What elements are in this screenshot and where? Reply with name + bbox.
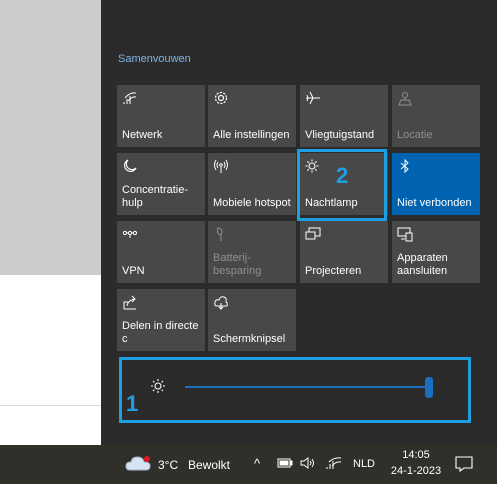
tile-focus-assist[interactable]: Concentratie-hulp — [117, 153, 205, 215]
tile-label: Vliegtuigstand — [305, 129, 375, 141]
tile-label: Projecteren — [305, 265, 362, 277]
tile-all-settings[interactable]: Alle instellingen — [208, 85, 296, 147]
background-divider — [0, 405, 101, 406]
tile-project[interactable]: Projecteren — [300, 221, 388, 283]
connect-icon — [397, 226, 413, 242]
tile-vpn[interactable]: VPN — [117, 221, 205, 283]
tile-screen-snip[interactable]: Schermknipsel — [208, 289, 296, 351]
tile-label: Delen in directe c — [122, 320, 199, 345]
weather-condition[interactable]: Bewolkt — [188, 458, 230, 472]
tile-network[interactable]: Netwerk — [117, 85, 205, 147]
airplane-icon — [305, 90, 321, 106]
network-icon — [122, 90, 138, 106]
tile-label: Locatie — [397, 129, 433, 141]
tile-location[interactable]: Locatie — [392, 85, 480, 147]
tile-airplane-mode[interactable]: Vliegtuigstand — [300, 85, 388, 147]
tile-label: Schermknipsel — [213, 333, 286, 345]
battery-icon[interactable] — [277, 457, 293, 472]
slider-highlight-box — [119, 357, 471, 423]
tile-label: VPN — [122, 265, 145, 277]
moon-icon — [122, 158, 138, 174]
collapse-link[interactable]: Samenvouwen — [118, 53, 191, 65]
vpn-icon — [122, 226, 138, 242]
tile-label: Niet verbonden — [397, 197, 472, 209]
project-icon — [305, 226, 321, 242]
battery-saver-icon — [213, 226, 229, 242]
tile-label: Mobiele hotspot — [213, 197, 291, 209]
tile-connect-devices[interactable]: Apparaten aansluiten — [392, 221, 480, 283]
tile-label: Alle instellingen — [213, 129, 290, 141]
chevron-up-icon[interactable]: ^ — [254, 456, 260, 471]
background-window — [0, 0, 101, 275]
weather-temperature[interactable]: 3°C — [158, 458, 178, 472]
tile-label: Netwerk — [122, 129, 163, 141]
tile-mobile-hotspot[interactable]: Mobiele hotspot — [208, 153, 296, 215]
background-window-content — [0, 275, 101, 445]
tile-label: Batterij-besparing — [213, 252, 262, 277]
clock-time[interactable]: 14:05 — [398, 449, 434, 461]
tile-battery-saver[interactable]: Batterij-besparing — [208, 221, 296, 283]
tile-bluetooth[interactable]: Niet verbonden — [392, 153, 480, 215]
tile-label: Concentratie-hulp — [122, 184, 189, 209]
language-indicator[interactable]: NLD — [353, 458, 375, 470]
notification-icon[interactable] — [455, 455, 473, 476]
annotation-number-2: 2 — [336, 163, 349, 188]
snip-icon — [213, 294, 229, 310]
share-icon — [122, 294, 138, 310]
hotspot-icon — [213, 158, 229, 174]
tile-nearby-sharing[interactable]: Delen in directe c — [117, 289, 205, 351]
clock-date[interactable]: 24-1-2023 — [383, 465, 449, 477]
bluetooth-icon — [397, 158, 413, 174]
gear-icon — [213, 90, 229, 106]
weather-cloud-icon[interactable] — [125, 455, 153, 471]
volume-icon[interactable] — [300, 457, 316, 472]
tile-label: Apparaten aansluiten — [397, 252, 448, 277]
annotation-number-1: 1 — [126, 391, 139, 416]
location-icon — [397, 90, 413, 106]
wifi-icon[interactable] — [326, 456, 342, 473]
